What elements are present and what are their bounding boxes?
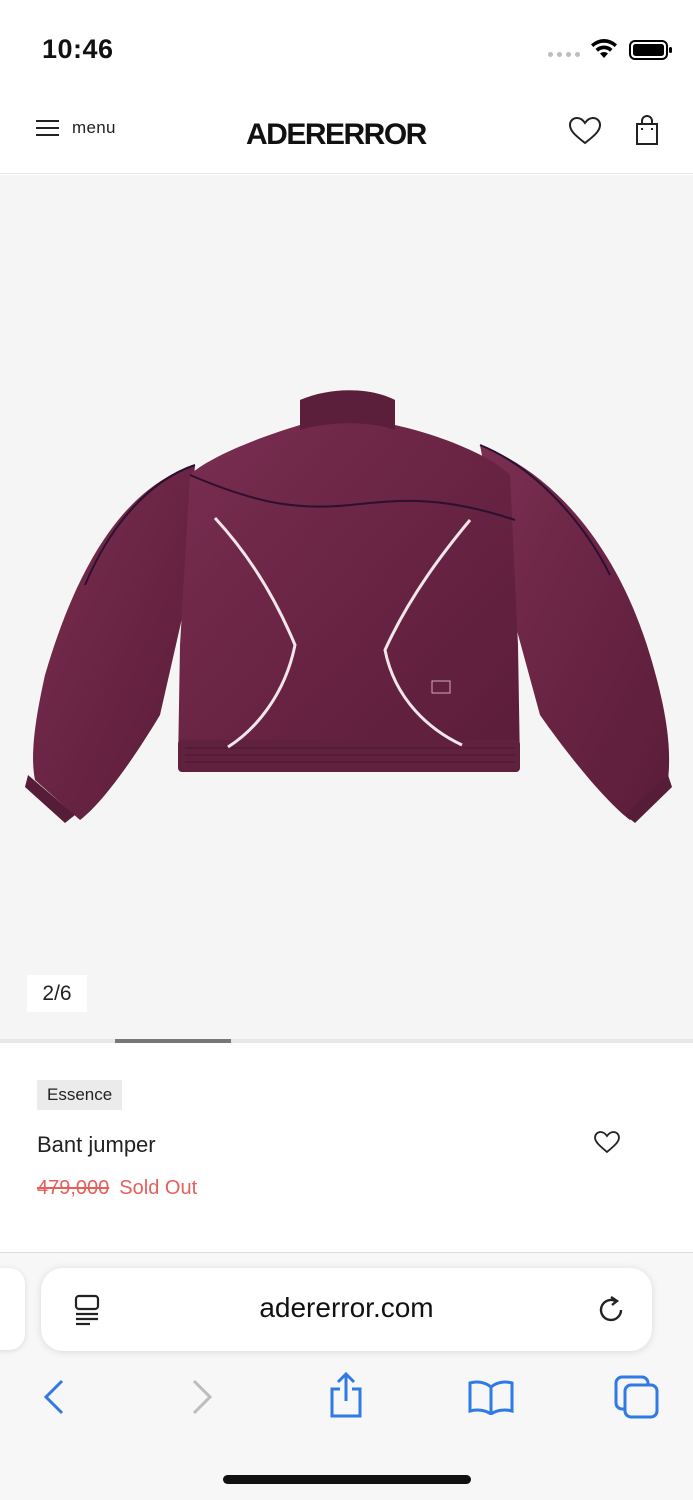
home-indicator — [223, 1475, 471, 1484]
heart-icon[interactable] — [568, 116, 602, 146]
url-text: adererror.com — [259, 1292, 434, 1323]
back-icon[interactable] — [40, 1377, 68, 1417]
address-bar[interactable]: adererror.com — [41, 1268, 652, 1351]
menu-icon — [36, 120, 59, 136]
sold-out-label: Sold Out — [119, 1177, 198, 1199]
shopping-bag-icon[interactable] — [634, 115, 660, 147]
wishlist-heart-icon[interactable] — [593, 1130, 621, 1154]
tabs-icon[interactable] — [614, 1375, 660, 1419]
product-gallery[interactable]: 2/6 — [0, 175, 693, 1041]
forward-icon[interactable] — [188, 1377, 216, 1417]
reload-icon[interactable] — [594, 1293, 628, 1327]
gallery-progress-thumb — [115, 1039, 231, 1043]
status-bar: 10:46 — [0, 0, 693, 96]
browser-toolbar: adererror.com — [0, 1252, 693, 1500]
category-tag: Essence — [37, 1080, 123, 1110]
battery-icon — [629, 40, 672, 60]
previous-tab-card[interactable] — [0, 1268, 25, 1350]
original-price: 479,000 — [37, 1177, 110, 1199]
share-icon[interactable] — [326, 1371, 366, 1419]
price-row: 479,000 Sold Out — [37, 1177, 197, 1200]
product-name: Bant jumper — [37, 1132, 156, 1157]
site-header: menu ADERERROR — [0, 96, 693, 174]
menu-button[interactable]: menu — [36, 118, 116, 138]
cellular-signal-icon — [548, 52, 580, 57]
product-image — [25, 390, 672, 823]
gallery-progress-bar — [0, 1039, 693, 1043]
menu-label: menu — [72, 118, 116, 137]
bookmarks-icon[interactable] — [467, 1379, 515, 1415]
image-counter: 2/6 — [27, 975, 87, 1012]
status-time: 10:46 — [42, 34, 114, 64]
brand-logo[interactable]: ADERERROR — [246, 118, 427, 152]
wifi-icon — [591, 39, 617, 58]
